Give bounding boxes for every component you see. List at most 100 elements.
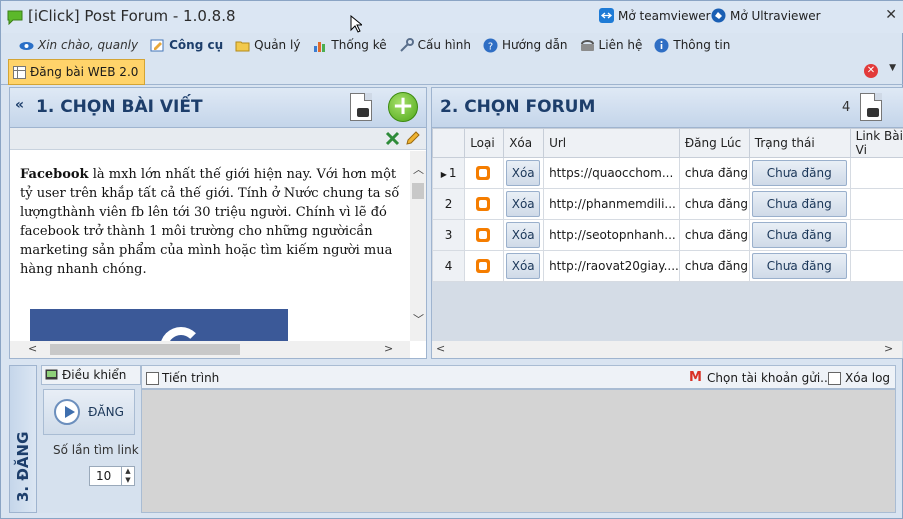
control-tab[interactable]: Điều khiển (41, 365, 141, 385)
tab-web20-post[interactable]: Đăng bài WEB 2.0 (8, 59, 146, 85)
hscroll-thumb[interactable] (50, 344, 240, 355)
menu-info[interactable]: Thông tin (654, 34, 730, 56)
title-bar: [iClick] Post Forum - 1.0.8.8 Mở teamvie… (1, 1, 903, 33)
window-title: [iClick] Post Forum - 1.0.8.8 (28, 7, 236, 25)
search-forum-icon[interactable] (860, 93, 882, 121)
document-tabstrip: Đăng bài WEB 2.0 ✕ ▼ (1, 57, 903, 85)
choose-forum-title: 2. CHỌN FORUM (440, 97, 596, 117)
progress-panel: Tiến trình M Chọn tài khoản gửi... Xóa l… (141, 365, 896, 513)
row-number: 2 (431, 188, 466, 220)
menu-tools-label: Công cụ (169, 38, 224, 52)
col-posted-at[interactable]: Đăng Lúc (678, 128, 750, 158)
menu-contact[interactable]: Liên hệ (580, 34, 642, 56)
status-button[interactable]: Chưa đăng (748, 219, 851, 251)
posted-at-cell: chưa đăng (678, 219, 750, 251)
choose-account-button[interactable]: Chọn tài khoản gửi... (707, 371, 832, 385)
svg-text:?: ? (488, 41, 493, 52)
col-status[interactable]: Trạng thái (748, 128, 851, 158)
info-icon (654, 38, 669, 52)
play-icon (54, 399, 81, 425)
tab-dropdown-icon[interactable]: ▼ (889, 63, 896, 73)
delete-row-button[interactable]: Xóa (503, 188, 545, 220)
status-button[interactable]: Chưa đăng (748, 188, 851, 220)
blogger-icon (464, 157, 505, 189)
url-cell: http://seotopnhanh... (543, 219, 680, 251)
menu-statistics[interactable]: Thống kê (312, 34, 387, 56)
forum-horizontal-scrollbar[interactable]: < > (432, 341, 902, 358)
url-cell: https://quaocchom... (543, 157, 680, 189)
progress-tab-label[interactable]: Tiến trình (162, 371, 219, 385)
delete-row-button[interactable]: Xóa (503, 219, 545, 251)
app-chat-icon (7, 10, 23, 25)
article-vertical-scrollbar[interactable]: ︿ ﹀ (410, 151, 426, 341)
forum-scroll-right-icon[interactable]: > (884, 342, 893, 355)
open-ultraviewer-button[interactable]: Mở Ultraviewer (711, 8, 821, 23)
col-url[interactable]: Url (543, 128, 680, 158)
forum-count: 4 (842, 100, 851, 115)
choose-article-header: « 1. CHỌN BÀI VIẾT + (10, 88, 426, 128)
collapse-icon[interactable]: « (15, 97, 24, 113)
posted-at-cell: chưa đăng (678, 157, 750, 189)
progress-toolbar: Tiến trình M Chọn tài khoản gửi... Xóa l… (141, 365, 896, 389)
user-icon (19, 41, 34, 50)
table-row[interactable]: 4 Xóa http://raovat20giay.... chưa đăng … (431, 250, 903, 282)
search-count-value: 10 (96, 469, 112, 483)
excel-icon[interactable] (385, 131, 400, 146)
scroll-left-icon[interactable]: < (28, 342, 37, 355)
choose-article-title: 1. CHỌN BÀI VIẾT (36, 97, 203, 117)
blogger-icon (464, 188, 505, 220)
greeting-text: Xin chào, quanly (38, 38, 139, 52)
scroll-right-icon[interactable]: > (384, 342, 393, 355)
menu-statistics-label: Thống kê (331, 38, 387, 52)
post-link-cell (849, 188, 903, 220)
col-type[interactable]: Loại (464, 128, 505, 158)
table-row[interactable]: 3 Xóa http://seotopnhanh... chưa đăng Ch… (431, 219, 903, 251)
url-cell: http://raovat20giay.... (543, 250, 680, 282)
delete-row-button[interactable]: Xóa (503, 157, 545, 189)
status-button[interactable]: Chưa đăng (748, 157, 851, 189)
menu-help[interactable]: ? Hướng dẫn (483, 34, 568, 56)
col-delete[interactable]: Xóa (503, 128, 545, 158)
col-post-link[interactable]: Link Bài Vi (849, 128, 903, 158)
table-row[interactable]: 2 Xóa http://phanmemdili... chưa đăng Ch… (431, 188, 903, 220)
post-side-tab[interactable]: 3. ĐĂNG (9, 365, 37, 513)
menu-info-label: Thông tin (673, 38, 731, 52)
close-tab-icon[interactable]: ✕ (864, 64, 878, 78)
row-header-corner (431, 128, 466, 158)
clear-log-button[interactable]: Xóa log (845, 371, 890, 385)
post-button[interactable]: ĐĂNG (43, 389, 135, 435)
delete-row-button[interactable]: Xóa (503, 250, 545, 282)
tab-grid-icon (13, 65, 26, 79)
add-article-icon[interactable]: + (388, 92, 418, 122)
search-article-icon[interactable] (350, 93, 372, 121)
row-number: ▶ 1 (431, 157, 466, 189)
close-window-button[interactable]: ✕ (885, 7, 897, 23)
article-content: Facebook là mxh lớn nhất thế giới hiện n… (10, 151, 410, 341)
menu-help-label: Hướng dẫn (501, 38, 568, 52)
tools-icon (150, 39, 164, 51)
row-number: 3 (431, 219, 466, 251)
menu-manage[interactable]: Quản lý (235, 34, 300, 56)
scroll-up-icon[interactable]: ︿ (413, 161, 424, 177)
article-horizontal-scrollbar[interactable]: < > (10, 341, 410, 358)
control-icon (45, 369, 58, 380)
control-tab-label: Điều khiển (62, 368, 127, 382)
edit-pencil-icon[interactable] (405, 131, 420, 146)
post-link-cell (849, 250, 903, 282)
row-number: 4 (431, 250, 466, 282)
facebook-image (30, 309, 288, 341)
control-panel: Điều khiển ĐĂNG Số lần tìm link 10 ▲ ▼ (41, 365, 141, 513)
post-button-label: ĐĂNG (88, 405, 124, 419)
search-count-stepper[interactable]: 10 ▲ ▼ (89, 466, 135, 486)
post-link-cell (849, 219, 903, 251)
menu-config[interactable]: Cấu hình (399, 34, 471, 56)
menu-tools[interactable]: Công cụ (150, 34, 223, 56)
status-button[interactable]: Chưa đăng (748, 250, 851, 282)
table-row[interactable]: ▶ 1 Xóa https://quaocchom... chưa đăng Ch… (431, 157, 903, 189)
choose-forum-header: 2. CHỌN FORUM 4 (432, 88, 903, 128)
open-teamviewer-button[interactable]: Mở teamviewer (599, 8, 711, 23)
stepper-arrows-icon[interactable]: ▲ ▼ (121, 467, 134, 485)
scroll-down-icon[interactable]: ﹀ (413, 311, 424, 327)
forum-scroll-left-icon[interactable]: < (436, 342, 445, 355)
scroll-thumb[interactable] (412, 183, 424, 199)
